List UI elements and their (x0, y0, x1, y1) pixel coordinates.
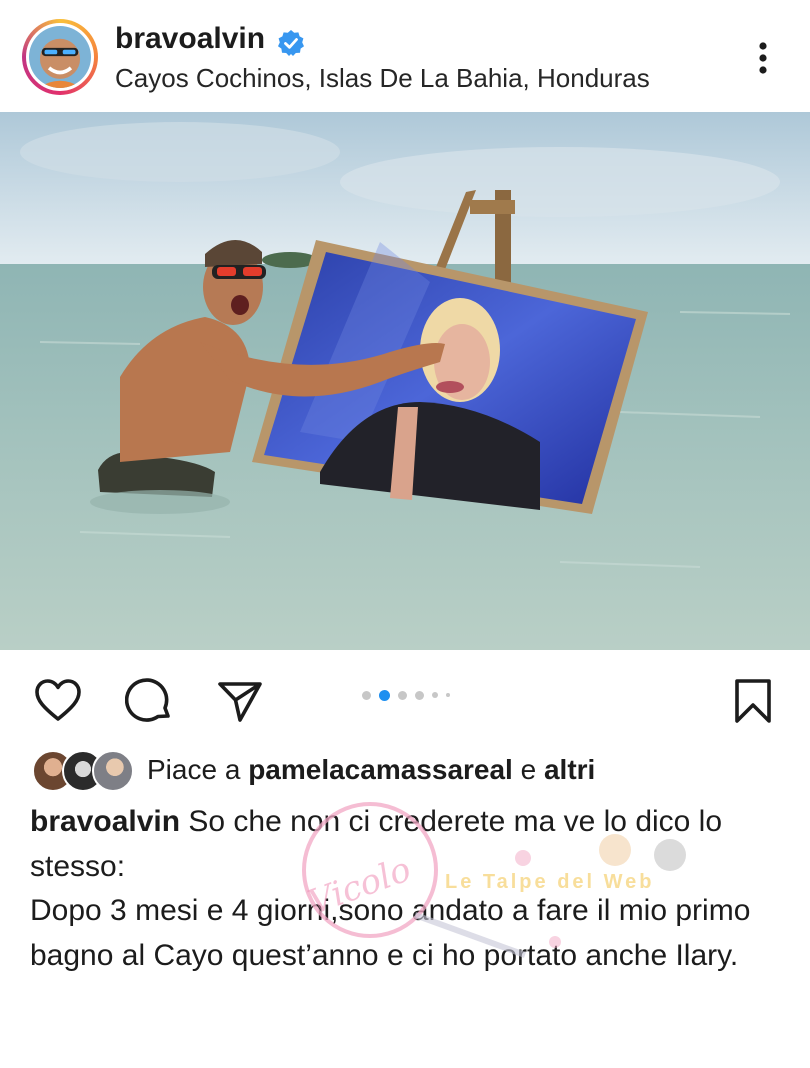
post-username[interactable]: bravoalvin (115, 22, 265, 56)
caption-line-1: bravoalvin So che non ci crederete ma ve… (30, 800, 770, 889)
avatar[interactable] (26, 23, 94, 91)
post-image[interactable] (0, 112, 810, 650)
caption-text-2: Dopo 3 mesi e 4 giorni,sono andato a far… (30, 894, 751, 972)
carousel-dot (415, 690, 424, 700)
comment-icon[interactable] (125, 676, 175, 726)
carousel-dot (398, 690, 407, 700)
likes-row[interactable]: Piace a pamelacamassareal e altri (30, 748, 790, 792)
carousel-indicator (362, 689, 450, 701)
carousel-dot (432, 692, 438, 698)
likes-joiner: e (520, 754, 537, 785)
likes-text: Piace a pamelacamassareal e altri (147, 754, 595, 786)
post-location[interactable]: Cayos Cochinos, Islas De La Bahia, Hondu… (115, 63, 650, 94)
liker-avatar (92, 750, 134, 792)
verified-badge-icon (278, 30, 304, 56)
carousel-dot-active (379, 689, 390, 701)
story-ring[interactable] (22, 19, 98, 95)
post-caption: bravoalvin So che non ci crederete ma ve… (30, 800, 770, 978)
post-header: bravoalvin Cayos Cochinos, Islas De La B… (0, 0, 810, 110)
send-icon[interactable] (215, 676, 265, 726)
carousel-dot (362, 690, 371, 700)
more-vertical-icon[interactable] (748, 40, 778, 80)
caption-username[interactable]: bravoalvin (30, 805, 180, 838)
liker-avatars (32, 750, 138, 792)
likes-others-link[interactable]: altri (544, 754, 595, 785)
bookmark-icon[interactable] (728, 676, 778, 726)
liker-username[interactable]: pamelacamassareal (248, 754, 513, 785)
heart-icon[interactable] (33, 676, 83, 726)
carousel-dot (446, 693, 450, 697)
likes-prefix: Piace a (147, 754, 241, 785)
